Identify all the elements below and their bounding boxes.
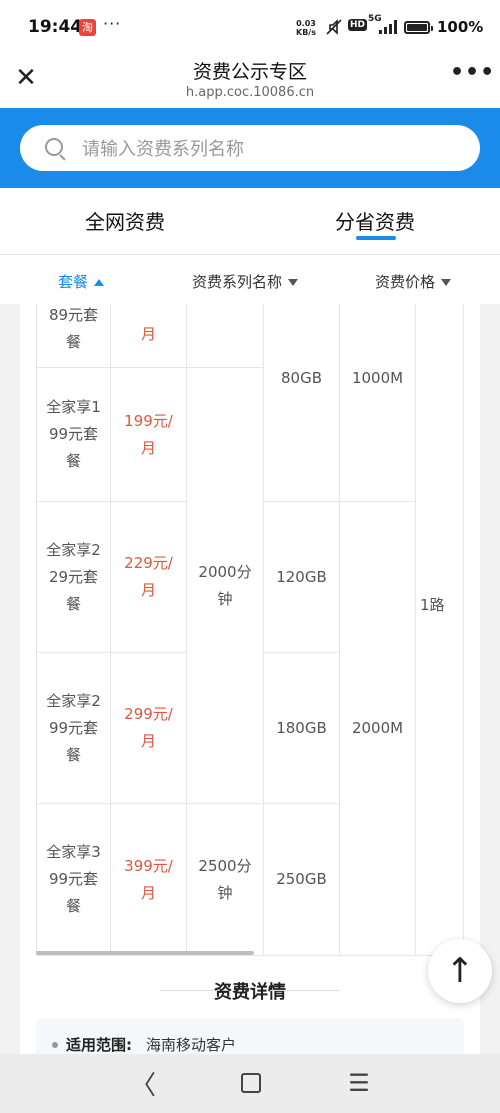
table-cell-extra: 1路	[416, 304, 464, 956]
active-tab-indicator	[356, 236, 396, 240]
table-cell-price: 229元/ 月	[111, 502, 187, 653]
status-time: 19:44	[28, 17, 83, 37]
table-cell-price: 299元/ 月	[111, 653, 187, 804]
table-cell-minutes: 2000分 钟	[187, 368, 264, 804]
table-cell-price: 399元/ 月	[111, 804, 187, 956]
bullet-icon	[52, 1042, 58, 1048]
main-tabs: 全网资费 分省资费	[0, 188, 500, 255]
table-cell-data: 120GB	[264, 502, 340, 653]
page-title: 资费公示专区	[192, 61, 307, 83]
sort-package-label: 套餐	[58, 273, 89, 291]
signal-icon	[378, 20, 398, 37]
table-cell-broadband: 1000M	[340, 304, 416, 502]
network-speed-unit: KB/s	[296, 28, 316, 37]
search-box[interactable]	[20, 125, 480, 173]
battery-icon	[404, 21, 433, 34]
search-input[interactable]	[80, 125, 464, 173]
network-speed-value: 0.03	[296, 19, 316, 28]
system-nav-bar: 〈 ☰	[0, 1054, 500, 1113]
sort-package[interactable]: 套餐	[58, 271, 105, 292]
battery-level: 100%	[437, 18, 484, 36]
table-cell-broadband: 2000M	[340, 502, 416, 956]
table-cell-price: 月	[111, 304, 187, 368]
tab-provincial-tariffs[interactable]: 分省资费	[285, 206, 465, 235]
tariff-table[interactable]: 89元套 餐 全家享1 99元套 餐 全家享2 29元套 餐 全家享2 99元套…	[36, 304, 464, 956]
taobao-icon: 淘	[79, 19, 96, 36]
sort-price[interactable]: 资费价格	[375, 271, 452, 292]
home-icon[interactable]	[236, 1068, 266, 1098]
title-bar: ✕ 资费公示专区 h.app.coc.10086.cn •••	[0, 56, 500, 108]
sort-series-name-label: 资费系列名称	[192, 273, 283, 291]
back-icon[interactable]: 〈	[128, 1068, 158, 1101]
detail-scope-box: 适用范围: 海南移动客户	[36, 1018, 464, 1054]
tariff-card: 89元套 餐 全家享1 99元套 餐 全家享2 29元套 餐 全家享2 99元套…	[20, 304, 480, 1054]
sort-asc-icon	[94, 279, 105, 286]
detail-scope-value: 海南移动客户	[146, 1036, 237, 1054]
page-url: h.app.coc.10086.cn	[185, 85, 315, 100]
detail-scope-label: 适用范围:	[66, 1036, 132, 1054]
mute-icon	[325, 18, 343, 39]
more-options-icon[interactable]: •••	[450, 60, 494, 85]
sort-desc-icon	[441, 279, 452, 286]
section-title-details: 资费详情	[214, 982, 286, 1003]
sort-bar: 套餐 资费系列名称 资费价格	[0, 255, 500, 304]
search-band	[0, 108, 500, 188]
search-icon	[45, 138, 63, 156]
table-cell-package: 全家享1 99元套 餐	[36, 368, 111, 502]
table-cell-package: 全家享2 99元套 餐	[36, 653, 111, 804]
divider	[270, 990, 340, 991]
tab-national-tariffs[interactable]: 全网资费	[35, 206, 215, 235]
sort-series-name[interactable]: 资费系列名称	[192, 271, 299, 292]
hd-icon: HD	[348, 19, 368, 31]
sort-desc-icon	[288, 279, 299, 286]
status-bar: 19:44 淘 ··· 0.03 KB/s HD 5G 100%	[0, 0, 500, 56]
table-cell-data: 80GB	[264, 304, 340, 502]
table-cell-data: 250GB	[264, 804, 340, 956]
content-area[interactable]: 89元套 餐 全家享1 99元套 餐 全家享2 29元套 餐 全家享2 99元套…	[0, 304, 500, 1054]
network-speed: 0.03 KB/s	[296, 19, 316, 37]
table-cell-price: 199元/ 月	[111, 368, 187, 502]
table-cell-package: 全家享3 99元套 餐	[36, 804, 111, 956]
table-horizontal-scrollbar[interactable]	[36, 951, 254, 955]
menu-icon[interactable]: ☰	[344, 1068, 374, 1098]
back-to-top-button[interactable]: ↑	[428, 939, 492, 1003]
table-cell-minutes: 2500分 钟	[187, 804, 264, 956]
arrow-up-icon: ↑	[445, 951, 475, 991]
table-cell-minutes: 钟	[187, 304, 264, 368]
sort-price-label: 资费价格	[375, 273, 436, 291]
table-cell-package: 89元套 餐	[36, 304, 111, 368]
more-notifications-icon: ···	[103, 14, 122, 33]
table-cell-data: 180GB	[264, 653, 340, 804]
table-cell-package: 全家享2 29元套 餐	[36, 502, 111, 653]
